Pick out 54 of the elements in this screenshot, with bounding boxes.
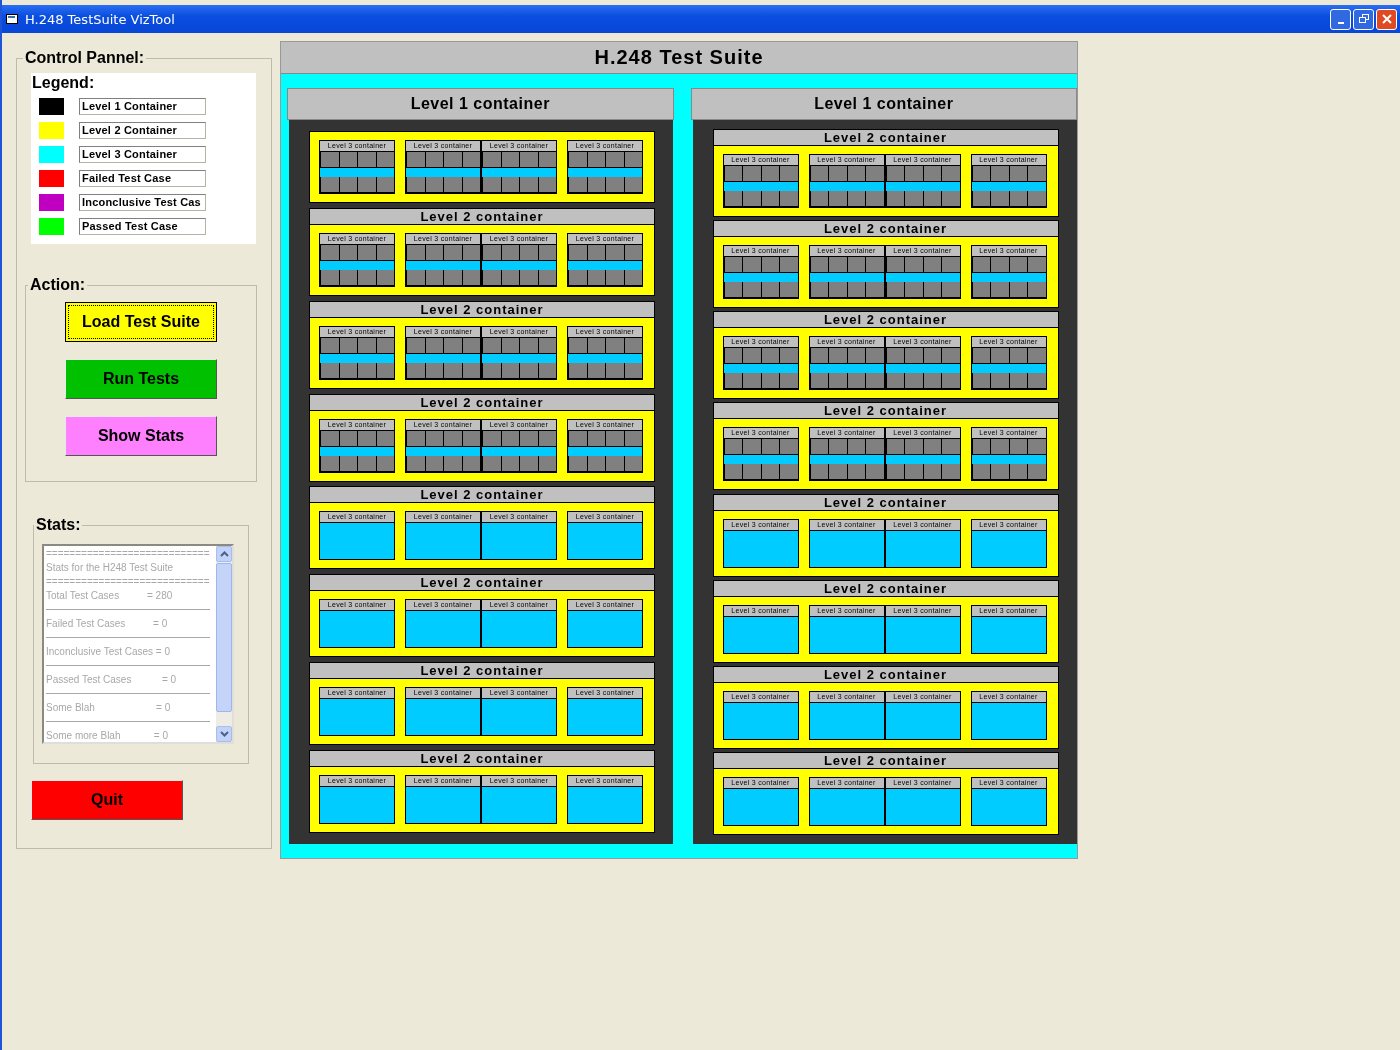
level2-header: Level 2 container	[310, 208, 654, 225]
scroll-down-icon[interactable]	[216, 726, 232, 742]
legend-label: Level 3 Container	[79, 145, 206, 163]
level2-header: Level 2 container	[713, 494, 1058, 511]
level2-header: Level 2 container	[713, 580, 1058, 597]
legend-label: Level 1 Container	[79, 97, 206, 115]
level1-header: Level 1 container	[287, 88, 674, 120]
action-title: Action:	[29, 276, 87, 294]
level2-header: Level 2 container	[310, 394, 654, 411]
stats-line: Total Test Cases = 280	[46, 589, 173, 603]
close-button[interactable]	[1376, 8, 1397, 30]
action-button[interactable]: Show Stats	[65, 416, 217, 456]
action-button[interactable]: Load Test Suite	[65, 302, 217, 342]
control-panel-title: Control Pannel:	[24, 49, 146, 67]
restore-icon	[1358, 14, 1369, 24]
scroll-thumb[interactable]	[216, 563, 232, 712]
legend-label: Level 2 Container	[79, 121, 206, 139]
level2-header: Level 2 container	[310, 301, 654, 318]
restore-button[interactable]	[1353, 8, 1374, 30]
scroll-up-icon[interactable]	[216, 546, 232, 562]
level2-header: Level 2 container	[713, 130, 1058, 147]
level2-header: Level 2 container	[713, 403, 1058, 420]
suite-title: H.248 Test Suite	[281, 42, 1077, 74]
stats-line: ============================	[46, 547, 210, 561]
quit-button[interactable]: Quit	[31, 780, 183, 820]
stats-line: Stats for the H248 Test Suite	[46, 561, 174, 575]
stats-line: ============================	[46, 575, 210, 589]
stats-line: Passed Test Cases = 0	[46, 673, 177, 687]
legend-label: Inconclusive Test Cas	[79, 193, 206, 211]
stats-list[interactable]	[42, 544, 234, 744]
level2-header: Level 2 container	[310, 487, 654, 504]
close-icon	[1381, 14, 1392, 24]
minimize-button[interactable]	[1330, 8, 1351, 30]
window-icon	[6, 13, 19, 25]
minimize-icon	[1337, 21, 1344, 24]
legend-label: Passed Test Case	[79, 217, 206, 235]
window-title: H.248 TestSuite VizTool	[25, 11, 175, 27]
scrollbar[interactable]	[216, 546, 232, 742]
level2-header: Level 2 container	[310, 575, 654, 592]
level2-header: Level 2 container	[310, 663, 654, 680]
level2-header: Level 2 container	[713, 752, 1058, 769]
action-button[interactable]: Run Tests	[65, 359, 217, 399]
level2-header: Level 2 container	[713, 666, 1058, 683]
stats-line: Some more Blah = 0	[46, 729, 168, 742]
stats-line: Some Blah = 0	[46, 701, 171, 715]
level2-header: Level 2 container	[713, 221, 1058, 238]
stats-title: Stats:	[35, 516, 82, 534]
level1-header: Level 1 container	[690, 88, 1077, 120]
stats-line: Failed Test Cases = 0	[46, 617, 168, 631]
legend-label: Failed Test Case	[79, 169, 206, 187]
stats-line: Inconclusive Test Cases = 0	[46, 645, 171, 659]
level2-header: Level 2 container	[713, 312, 1058, 329]
level2-header: Level 2 container	[310, 751, 654, 767]
legend-title: Legend:	[31, 74, 96, 92]
